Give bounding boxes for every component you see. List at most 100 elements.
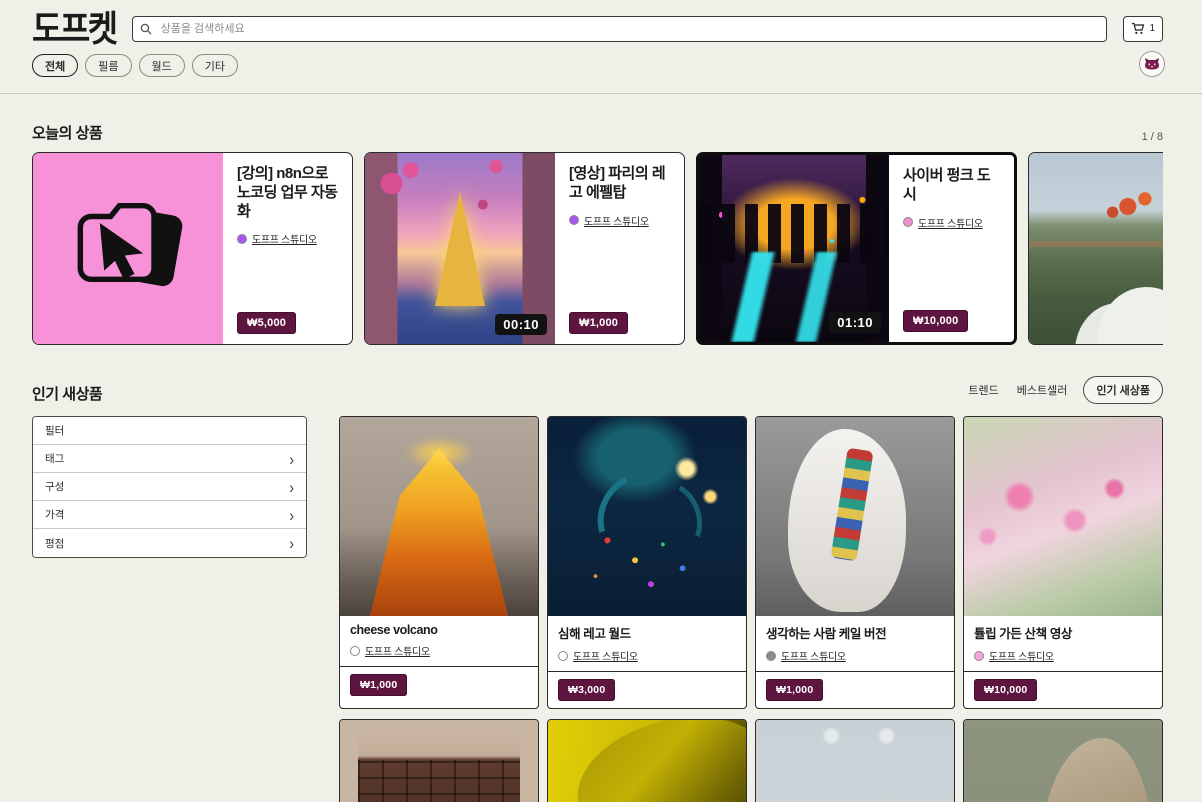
filter-panel: 필터 태그 › 구성 › 가격 › 평점 › bbox=[32, 416, 307, 558]
product-image bbox=[340, 720, 538, 802]
featured-card-paris[interactable]: 00:10 [영상] 파리의 레고 에펠탑 도프프 스튜디오 ₩1,000 bbox=[364, 152, 685, 345]
product-image bbox=[548, 417, 746, 616]
today-section-title: 오늘의 상품 bbox=[32, 122, 102, 143]
carousel-pagination: 1 / 8 bbox=[1142, 131, 1163, 143]
price-badge: ₩1,000 bbox=[350, 674, 407, 696]
chevron-right-icon: › bbox=[289, 478, 294, 495]
featured-card-balcony[interactable] bbox=[1028, 152, 1163, 345]
filter-row-rating[interactable]: 평점 › bbox=[33, 529, 306, 557]
product-image bbox=[964, 720, 1162, 802]
price-badge: ₩3,000 bbox=[558, 679, 615, 701]
price-badge: ₩1,000 bbox=[766, 679, 823, 701]
page: 도프켓 1 전체 필름 월드 기타 bbox=[0, 0, 1202, 802]
chevron-right-icon: › bbox=[289, 450, 294, 467]
seller-link[interactable]: 도프프 스튜디오 bbox=[989, 648, 1054, 663]
search-input[interactable] bbox=[132, 16, 1108, 42]
product-image bbox=[756, 417, 954, 616]
cat-face-icon bbox=[1144, 57, 1160, 71]
seller-link[interactable]: 도프프 스튜디오 bbox=[918, 215, 983, 230]
sort-tabs: 트렌드 베스트셀러 인기 새상품 bbox=[966, 376, 1163, 404]
product-card-yellow-lamp[interactable] bbox=[547, 719, 747, 802]
profile-avatar[interactable] bbox=[1139, 51, 1165, 77]
product-image bbox=[756, 720, 954, 802]
product-grid: cheese volcano 도프프 스튜디오 ₩1,000 심해 레고 월 bbox=[339, 416, 1163, 802]
chevron-right-icon: › bbox=[289, 535, 294, 552]
featured-carousel: [강의] n8n으로 노코딩 업무 자동화 도프프 스튜디오 ₩5,000 00… bbox=[32, 152, 1163, 345]
seller-avatar bbox=[237, 234, 247, 244]
product-title: 사이버 펑크 도시 bbox=[903, 167, 1002, 205]
product-card-beach-walk[interactable] bbox=[755, 719, 955, 802]
cart-icon bbox=[1131, 22, 1145, 35]
seller-avatar bbox=[766, 651, 776, 661]
chip-film[interactable]: 필름 bbox=[85, 54, 131, 77]
filter-row-composition[interactable]: 구성 › bbox=[33, 473, 306, 501]
chip-etc[interactable]: 기타 bbox=[192, 54, 238, 77]
product-image bbox=[548, 720, 746, 802]
filter-row-label: 구성 bbox=[45, 479, 64, 494]
tab-trend[interactable]: 트렌드 bbox=[966, 377, 1000, 403]
product-image: 01:10 bbox=[699, 155, 889, 342]
product-card-cheese-volcano[interactable]: cheese volcano 도프프 스튜디오 ₩1,000 bbox=[339, 416, 539, 709]
seller-avatar bbox=[350, 646, 360, 656]
product-card-storefront[interactable] bbox=[339, 719, 539, 802]
search-bar bbox=[132, 16, 1108, 42]
filter-row-price[interactable]: 가격 › bbox=[33, 501, 306, 529]
product-title: [강의] n8n으로 노코딩 업무 자동화 bbox=[237, 165, 340, 221]
seller-row: 도프프 스튜디오 bbox=[766, 648, 944, 663]
product-title: 심해 레고 월드 bbox=[558, 623, 736, 642]
featured-card-cyberpunk[interactable]: 01:10 사이버 펑크 도시 도프프 스튜디오 ₩10,000 bbox=[696, 152, 1017, 345]
seller-link[interactable]: 도프프 스튜디오 bbox=[365, 643, 430, 658]
seller-avatar bbox=[558, 651, 568, 661]
cart-button[interactable]: 1 bbox=[1123, 16, 1163, 42]
tab-bestseller[interactable]: 베스트셀러 bbox=[1015, 377, 1070, 403]
product-card-deep-sea-lego[interactable]: 심해 레고 월드 도프프 스튜디오 ₩3,000 bbox=[547, 416, 747, 709]
product-image bbox=[340, 417, 538, 616]
product-title: [영상] 파리의 레고 에펠탑 bbox=[569, 165, 672, 203]
cart-count: 1 bbox=[1149, 23, 1155, 34]
seller-row: 도프프 스튜디오 bbox=[350, 643, 528, 658]
product-image bbox=[964, 417, 1162, 616]
seller-avatar bbox=[569, 215, 579, 225]
product-title: 튤립 가든 산책 영상 bbox=[974, 623, 1152, 642]
seller-row: 도프프 스튜디오 bbox=[974, 648, 1152, 663]
filter-header-label: 필터 bbox=[45, 423, 64, 438]
product-card-stone-statue[interactable] bbox=[963, 719, 1163, 802]
seller-link[interactable]: 도프프 스튜디오 bbox=[573, 648, 638, 663]
chevron-right-icon: › bbox=[289, 506, 294, 523]
seller-row: 도프프 스튜디오 bbox=[558, 648, 736, 663]
price-badge: ₩10,000 bbox=[903, 310, 968, 332]
product-image: 00:10 bbox=[365, 153, 555, 344]
chip-world[interactable]: 월드 bbox=[139, 54, 185, 77]
filter-row-label: 태그 bbox=[45, 451, 64, 466]
filter-row-tags[interactable]: 태그 › bbox=[33, 445, 306, 473]
price-badge: ₩1,000 bbox=[569, 312, 628, 334]
seller-row: 도프프 스튜디오 bbox=[237, 231, 340, 246]
seller-avatar bbox=[903, 217, 913, 227]
header-divider bbox=[0, 93, 1202, 94]
product-image bbox=[33, 153, 223, 344]
folder-cursor-icon bbox=[63, 184, 193, 314]
product-card-tulip-garden[interactable]: 튤립 가든 산책 영상 도프프 스튜디오 ₩10,000 bbox=[963, 416, 1163, 709]
category-chip-row: 전체 필름 월드 기타 bbox=[0, 45, 1202, 77]
seller-avatar bbox=[974, 651, 984, 661]
product-title: cheese volcano bbox=[350, 623, 528, 637]
tab-popular-new[interactable]: 인기 새상품 bbox=[1083, 376, 1163, 404]
product-image bbox=[1029, 153, 1163, 344]
seller-row: 도프프 스튜디오 bbox=[569, 213, 672, 228]
brand-logo[interactable]: 도프켓 bbox=[32, 11, 116, 47]
price-badge: ₩10,000 bbox=[974, 679, 1037, 701]
featured-card-n8n[interactable]: [강의] n8n으로 노코딩 업무 자동화 도프프 스튜디오 ₩5,000 bbox=[32, 152, 353, 345]
top-bar: 도프켓 1 bbox=[0, 0, 1202, 45]
today-section: 오늘의 상품 1 / 8 [강의] n8n으로 노코딩 업무 자동화 bbox=[0, 122, 1163, 345]
video-duration-badge: 00:10 bbox=[495, 314, 547, 335]
price-badge: ₩5,000 bbox=[237, 312, 296, 334]
product-title: 생각하는 사람 케일 버전 bbox=[766, 623, 944, 642]
seller-link[interactable]: 도프프 스튜디오 bbox=[252, 231, 317, 246]
seller-row: 도프프 스튜디오 bbox=[903, 215, 1002, 230]
chip-all[interactable]: 전체 bbox=[32, 54, 78, 77]
seller-link[interactable]: 도프프 스튜디오 bbox=[584, 213, 649, 228]
filter-row-label: 가격 bbox=[45, 507, 64, 522]
product-card-thinker-cake[interactable]: 생각하는 사람 케일 버전 도프프 스튜디오 ₩1,000 bbox=[755, 416, 955, 709]
seller-link[interactable]: 도프프 스튜디오 bbox=[781, 648, 846, 663]
search-icon bbox=[140, 23, 152, 35]
